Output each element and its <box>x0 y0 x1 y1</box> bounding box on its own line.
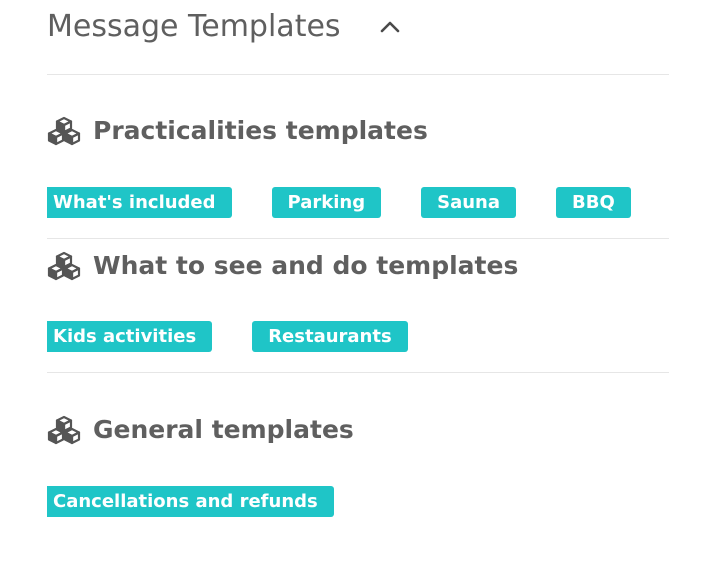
template-tag-cancellations-and-refunds[interactable]: Cancellations and refunds <box>47 486 334 517</box>
section-divider <box>47 238 669 239</box>
chevron-up-icon <box>380 21 400 33</box>
section-title: General templates <box>93 415 354 444</box>
cubes-icon <box>47 116 81 146</box>
section-header: General templates <box>47 414 354 446</box>
template-tag-restaurants[interactable]: Restaurants <box>252 321 408 352</box>
collapse-button[interactable] <box>377 14 403 40</box>
panel-header: Message Templates <box>47 0 669 75</box>
cubes-icon <box>47 415 81 445</box>
template-tags: What's included Parking Sauna BBQ <box>47 187 631 218</box>
message-templates-panel: Message Templates Practicalities templat… <box>47 0 669 517</box>
section-header: What to see and do templates <box>47 250 518 282</box>
template-tags: Kids activities Restaurants <box>47 321 408 352</box>
cubes-icon <box>47 251 81 281</box>
template-tag-whats-included[interactable]: What's included <box>47 187 232 218</box>
section-title: Practicalities templates <box>93 116 428 145</box>
section-title: What to see and do templates <box>93 251 519 280</box>
section-divider <box>47 372 669 373</box>
page-title: Message Templates <box>47 9 341 44</box>
section-header: Practicalities templates <box>47 115 428 147</box>
template-tag-kids-activities[interactable]: Kids activities <box>47 321 213 352</box>
template-tags: Cancellations and refunds <box>47 486 334 517</box>
template-tag-sauna[interactable]: Sauna <box>421 187 516 218</box>
template-tag-parking[interactable]: Parking <box>271 187 382 218</box>
template-tag-bbq[interactable]: BBQ <box>556 187 631 218</box>
